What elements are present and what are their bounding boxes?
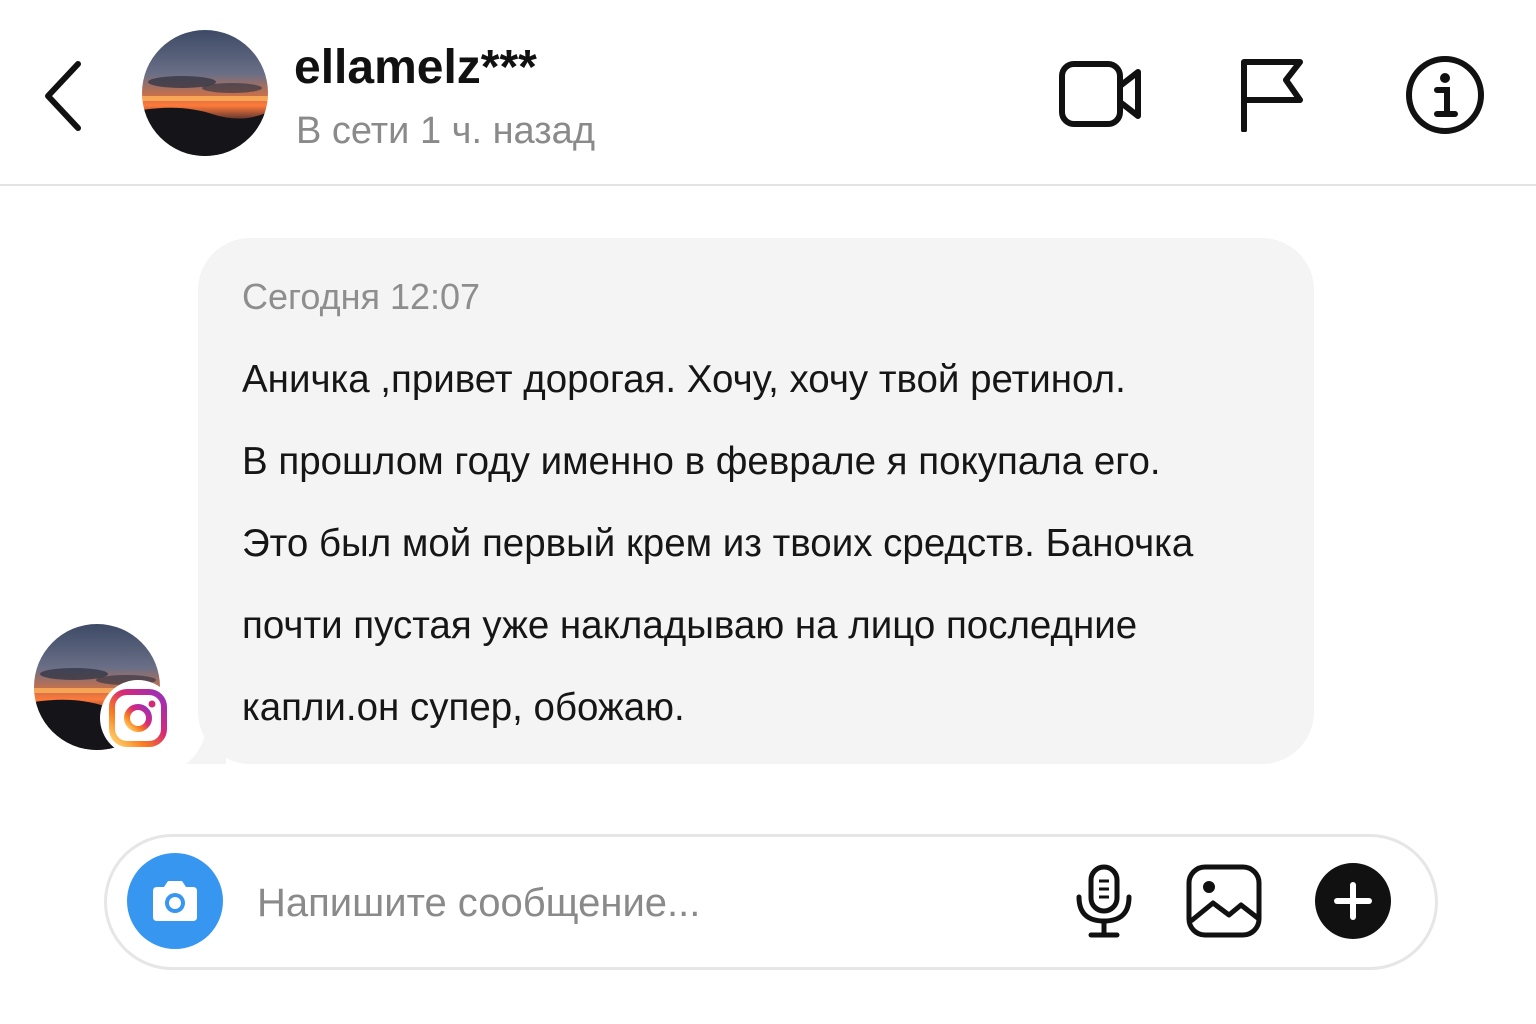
message-line: В прошлом году именно в феврале я покупа… — [242, 440, 1161, 483]
message-line: Это был мой первый крем из твоих средств… — [242, 522, 1194, 565]
gallery-button[interactable] — [1185, 863, 1263, 939]
chat-header: ellamelz*** В сети 1 ч. назад — [0, 0, 1536, 186]
flag-icon — [1241, 59, 1303, 133]
chat-screen: ellamelz*** В сети 1 ч. назад Сегодня 12… — [0, 0, 1536, 1024]
contact-username[interactable]: ellamelz*** — [294, 40, 537, 95]
back-button[interactable] — [36, 56, 96, 136]
message-line: Аничка ,привет дорогая. Хочу, хочу твой … — [242, 358, 1126, 401]
message-timestamp: Сегодня 12:07 — [242, 276, 481, 317]
message-input[interactable] — [257, 867, 1017, 939]
message-text: Аничка ,привет дорогая. Хочу, хочу твой … — [242, 348, 1302, 758]
message-composer — [104, 834, 1438, 970]
camera-icon — [153, 881, 197, 921]
message-line: капли.он супер, обожаю. — [242, 686, 685, 729]
instagram-icon — [109, 689, 167, 747]
voice-message-button[interactable] — [1073, 863, 1135, 941]
bubble-tail — [186, 700, 226, 764]
back-arrow-icon — [45, 61, 81, 131]
video-call-icon — [1059, 61, 1141, 127]
info-icon — [1406, 56, 1484, 134]
report-flag-button[interactable] — [1236, 56, 1306, 133]
online-status: В сети 1 ч. назад — [296, 110, 595, 152]
contact-avatar[interactable] — [142, 30, 268, 156]
microphone-icon — [1076, 864, 1132, 938]
instagram-badge — [100, 680, 176, 756]
plus-icon — [1334, 882, 1372, 920]
more-options-button[interactable] — [1315, 863, 1391, 939]
camera-button[interactable] — [127, 853, 223, 949]
info-button[interactable] — [1404, 54, 1486, 136]
message-line: почти пустая уже накладываю на лицо посл… — [242, 604, 1138, 647]
video-call-button[interactable] — [1058, 58, 1144, 130]
message-bubble[interactable]: Сегодня 12:07 Аничка ,привет дорогая. Хо… — [198, 238, 1314, 764]
gallery-icon — [1186, 864, 1262, 938]
